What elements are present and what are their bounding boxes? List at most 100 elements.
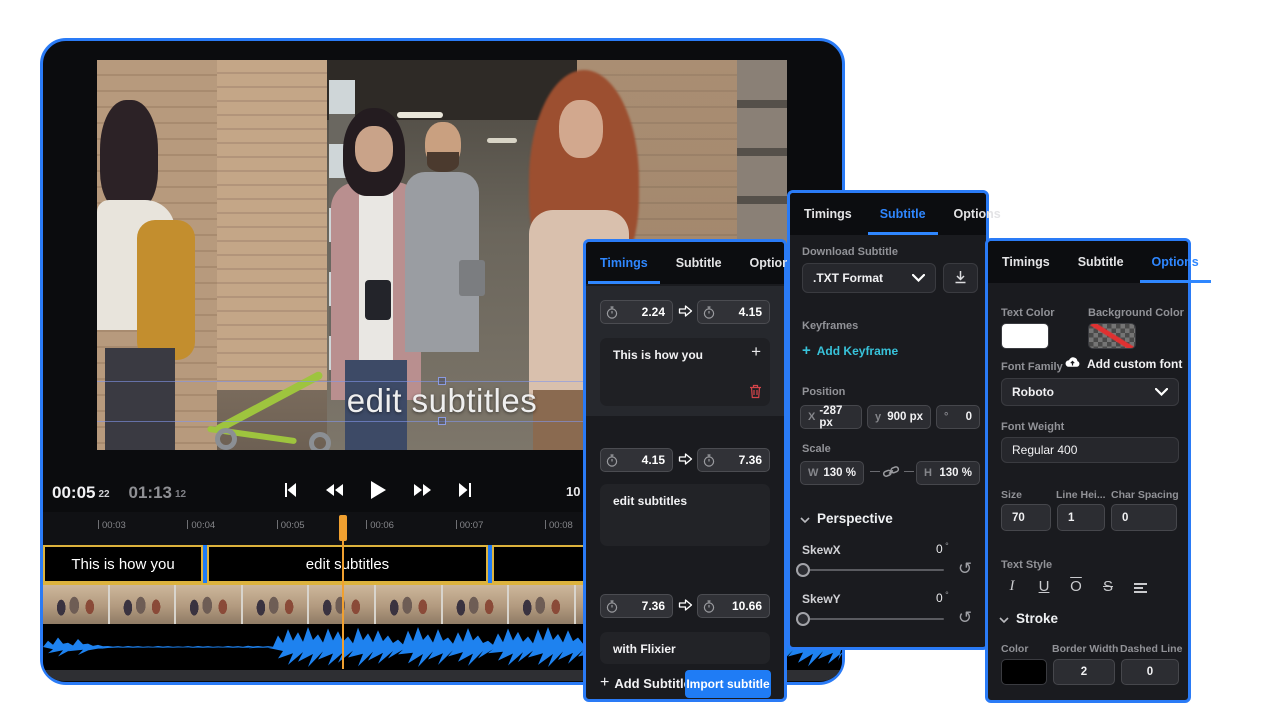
background-color-label: Background Color <box>1088 307 1184 319</box>
arrow-right-icon <box>678 452 693 471</box>
tab-options[interactable]: Options <box>1138 241 1213 283</box>
strikethrough-icon[interactable]: S <box>1097 575 1119 597</box>
border-width-label: Border Width <box>1052 643 1118 655</box>
overline-icon[interactable]: O <box>1065 575 1087 597</box>
skewx-slider-knob[interactable] <box>796 563 810 577</box>
x-prefix: X <box>801 411 819 423</box>
end-time-field[interactable]: 4.15 <box>697 300 770 324</box>
play-button-icon[interactable] <box>370 481 386 499</box>
position-y-field[interactable]: y 900 px <box>867 405 931 429</box>
subtitle-text-box[interactable]: with Flixier <box>600 632 770 664</box>
timings-panel: Timings Subtitle Options 2.24 4.15 This … <box>583 239 787 702</box>
h-value: 130 % <box>939 467 979 479</box>
skewy-slider-knob[interactable] <box>796 612 810 626</box>
reset-icon[interactable]: ↺ <box>958 608 972 628</box>
subtitle-text-box[interactable]: edit subtitles <box>600 484 770 546</box>
timings-panel-tabs: Timings Subtitle Options <box>586 242 784 284</box>
current-frames: 22 <box>95 489 109 500</box>
tab-timings[interactable]: Timings <box>790 193 866 235</box>
font-family-label: Font Family <box>1001 361 1063 373</box>
add-subtitle-label: Add Subtitle <box>614 676 691 691</box>
plus-icon[interactable]: + <box>751 342 761 362</box>
stopwatch-icon <box>698 454 715 467</box>
position-x-field[interactable]: X -287 px <box>800 405 862 429</box>
import-subtitle-button[interactable]: Import subtitle <box>685 670 771 698</box>
skewx-slider-track[interactable] <box>802 569 944 571</box>
subtitle-text: with Flixier <box>613 642 676 656</box>
tab-options[interactable]: Options <box>940 193 1015 235</box>
stroke-color-swatch[interactable] <box>1001 659 1047 685</box>
size-field[interactable]: 70 <box>1001 504 1051 531</box>
person-center <box>359 188 393 368</box>
perspective-label: Perspective <box>817 511 893 526</box>
ruler-tick: 00:03 <box>98 520 126 531</box>
trash-icon[interactable] <box>749 384 762 402</box>
add-keyframe-button[interactable]: + Add Keyframe <box>802 342 898 359</box>
link-dash <box>870 471 880 472</box>
rewind-icon[interactable] <box>325 483 344 497</box>
video-thumbnail <box>509 585 576 624</box>
timeline-subtitle-block[interactable]: This is how you <box>43 545 203 583</box>
playhead-line[interactable] <box>342 517 344 669</box>
tab-subtitle[interactable]: Subtitle <box>662 242 736 284</box>
screen: edit subtitles 00:0522 01:1312 10 00:030… <box>0 0 1280 720</box>
degree-prefix: ° <box>937 411 952 423</box>
stroke-section-header[interactable]: Stroke <box>999 611 1058 626</box>
start-time-field[interactable]: 2.24 <box>600 300 673 324</box>
underline-icon[interactable]: U <box>1033 575 1055 597</box>
end-time-value: 7.36 <box>739 453 769 467</box>
tab-timings[interactable]: Timings <box>586 242 662 284</box>
subtitle-entry-selected[interactable]: 2.24 4.15 This is how you + <box>586 286 784 416</box>
end-time-field[interactable]: 7.36 <box>697 448 770 472</box>
text-color-swatch[interactable] <box>1001 323 1049 349</box>
font-family-dropdown[interactable]: Roboto <box>1001 378 1179 406</box>
start-time-field[interactable]: 4.15 <box>600 448 673 472</box>
dashed-line-field[interactable]: 0 <box>1121 659 1179 685</box>
end-time-field[interactable]: 10.66 <box>697 594 770 618</box>
perspective-section-header[interactable]: Perspective <box>800 511 893 526</box>
char-spacing-field[interactable]: 0 <box>1111 504 1177 531</box>
plus-icon: + <box>802 342 811 359</box>
font-weight-field[interactable]: Regular 400 <box>1001 437 1179 463</box>
line-height-field[interactable]: 1 <box>1057 504 1105 531</box>
scale-w-field[interactable]: W 130 % <box>800 461 864 485</box>
tab-timings[interactable]: Timings <box>988 241 1064 283</box>
time-display: 00:0522 01:1312 <box>52 483 186 503</box>
skip-end-icon[interactable] <box>458 482 473 498</box>
italic-icon[interactable]: I <box>1001 575 1023 597</box>
link-icon[interactable] <box>882 464 900 485</box>
download-subtitle-button[interactable] <box>943 263 978 293</box>
skip-start-icon[interactable] <box>283 482 298 498</box>
y-prefix: y <box>868 411 885 423</box>
background-color-swatch[interactable] <box>1088 323 1136 349</box>
video-thumbnail <box>176 585 243 624</box>
font-weight-value: Regular 400 <box>1012 443 1077 457</box>
download-subtitle-label: Download Subtitle <box>802 246 898 258</box>
tab-subtitle[interactable]: Subtitle <box>866 193 940 235</box>
person-center <box>365 280 391 320</box>
add-keyframe-label: Add Keyframe <box>817 344 898 358</box>
subtitle-text: This is how you <box>613 348 703 362</box>
tab-subtitle[interactable]: Subtitle <box>1064 241 1138 283</box>
text-lines-icon[interactable] <box>1129 577 1151 599</box>
stopwatch-icon <box>698 600 715 613</box>
add-custom-font-button[interactable]: Add custom font <box>1064 356 1182 371</box>
total-duration: 01:13 <box>129 483 172 502</box>
fast-forward-icon[interactable] <box>413 483 432 497</box>
start-time-field[interactable]: 7.36 <box>600 594 673 618</box>
ruler-tick: 00:04 <box>187 520 215 531</box>
timeline-subtitle-block[interactable]: edit subtitles <box>207 545 488 583</box>
start-time-value: 2.24 <box>642 305 672 319</box>
subtitle-format-dropdown[interactable]: .TXT Format <box>802 263 936 293</box>
reset-icon[interactable]: ↺ <box>958 559 972 579</box>
skewy-slider-track[interactable] <box>802 618 944 620</box>
video-thumbnail <box>376 585 443 624</box>
ruler-tick: 00:05 <box>277 520 305 531</box>
options-panel: Timings Subtitle Options Text Color Back… <box>985 238 1191 703</box>
border-width-field[interactable]: 2 <box>1053 659 1115 685</box>
subtitle-text-box[interactable]: This is how you + <box>600 338 770 406</box>
rotation-field[interactable]: ° 0 <box>936 405 980 429</box>
chevron-down-icon <box>912 271 925 285</box>
scale-h-field[interactable]: H 130 % <box>916 461 980 485</box>
add-subtitle-button[interactable]: + Add Subtitle <box>600 674 691 692</box>
